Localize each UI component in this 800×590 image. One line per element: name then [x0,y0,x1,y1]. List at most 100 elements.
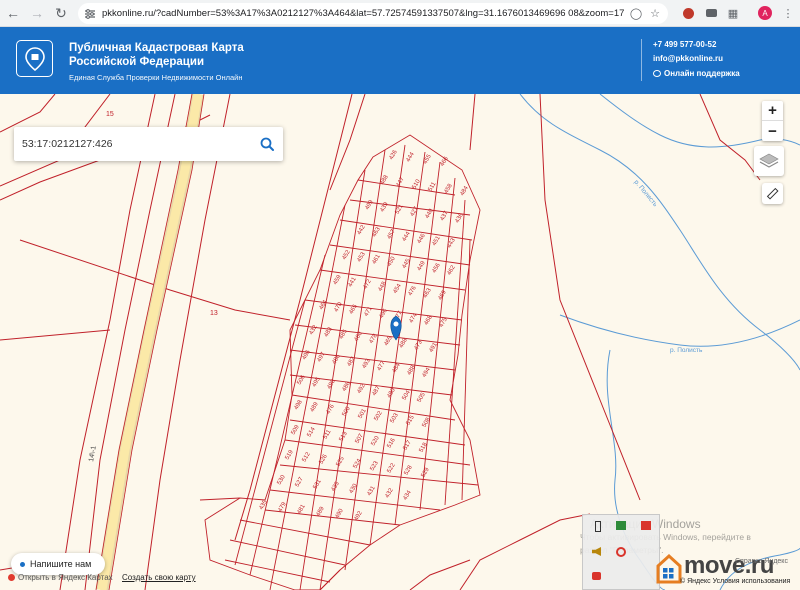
parcel-number[interactable]: 462 [447,264,458,276]
parcel-number[interactable]: 483 [324,326,335,338]
parcel-number[interactable]: 447 [396,176,407,188]
reload-icon[interactable]: ↻ [50,2,72,24]
parcel-number[interactable]: 472 [363,278,374,290]
parcel-number[interactable]: 453 [357,251,368,263]
parcel-number[interactable]: 509 [291,424,302,436]
parcel-number[interactable]: 431 [367,485,378,497]
search-input[interactable]: 53:17:0212127:426 [22,138,251,150]
site-title[interactable]: Публичная Кадастровая Карта Российской Ф… [69,41,269,69]
back-arrow-icon[interactable]: ← [2,2,24,24]
parcel-number[interactable]: 481 [297,503,308,515]
speaker-icon[interactable] [592,547,604,559]
network-icon[interactable] [616,521,628,533]
chat-button[interactable]: Напишите нам [11,553,105,575]
parcel-number[interactable]: 524 [353,458,364,470]
parcel-number[interactable]: 466 [440,155,451,167]
media-icon[interactable] [703,5,719,21]
more-menu-icon[interactable]: ⋮ [780,5,796,21]
parcel-number[interactable]: 441 [348,276,359,288]
yandex-copyright[interactable]: © Яндекс Условия использования [680,578,790,585]
parcel-number[interactable]: 455 [423,153,434,165]
parcel-number[interactable]: 470 [334,301,345,313]
parcel-number[interactable]: 523 [370,460,381,472]
parcel-number[interactable]: 480 [387,387,398,399]
parcel-number[interactable]: 452 [342,249,353,261]
open-in-yandex-link[interactable]: Открыть в Яндекс Картах [8,573,113,582]
parcel-number[interactable]: 473 [414,339,425,351]
parcel-number[interactable]: 445 [402,258,413,270]
opera-icon[interactable] [616,547,628,559]
support-link[interactable]: Онлайн поддержка [653,69,740,78]
extensions-puzzle-icon[interactable]: ▦ [725,5,741,21]
parcel-number[interactable]: 503 [390,412,401,424]
parcel-number[interactable]: 513 [339,430,350,442]
parcel-number[interactable]: 464 [319,299,330,311]
parcel-number[interactable]: 525 [336,455,347,467]
parcel-number[interactable]: 488 [407,364,418,376]
parcel-number[interactable]: 439 [380,201,391,213]
parcel-number[interactable]: 458 [444,183,455,195]
parcel-number[interactable]: 444 [402,230,413,242]
parcel-number[interactable]: 494 [422,366,433,378]
parcel-number[interactable]: 454 [393,283,404,295]
forward-arrow-icon[interactable]: → [26,2,48,24]
parcel-number[interactable]: 451 [432,235,443,247]
parcel-number[interactable]: 500 [342,405,353,417]
parcel-number[interactable]: 520 [371,435,382,447]
parcel-number[interactable]: 465 [349,303,360,315]
parcel-number[interactable]: 443 [447,237,458,249]
map-canvas[interactable]: 426 444 455 466488 447 510 511 458 484499 439 521 4… [0,94,800,590]
parcel-number[interactable]: 442 [357,224,368,236]
parcel-number[interactable]: 496 [302,349,313,361]
parcel-number[interactable]: 514 [307,426,318,438]
parcel-number[interactable]: 450 [387,255,398,267]
email-link[interactable]: info@pkkonline.ru [653,54,723,63]
parcel-number[interactable]: 448 [378,280,389,292]
parcel-number[interactable]: 446 [417,233,428,245]
parcel-number[interactable]: 489 [310,401,321,413]
parcel-number[interactable]: 489 [316,505,327,517]
parcel-number[interactable]: 527 [295,476,306,488]
parcel-number[interactable]: 461 [372,253,383,265]
parcel-number[interactable]: 469 [438,289,449,301]
parcel-number[interactable]: 498 [294,399,305,411]
bookmark-star-icon[interactable]: ☆ [647,5,663,21]
ruler-button[interactable] [762,183,783,204]
parcel-number[interactable]: 526 [319,453,330,465]
parcel-number[interactable]: 476 [408,285,419,297]
parcel-number[interactable]: 432 [385,487,396,499]
zoom-out-button[interactable]: − [762,121,783,141]
site-settings-icon[interactable] [84,8,96,20]
parcel-number[interactable]: 449 [417,260,428,272]
parcel-number[interactable]: 499 [365,199,376,211]
parcel-number[interactable]: 490 [335,508,346,520]
parcel-number[interactable]: 517 [403,439,414,451]
parcel-number[interactable]: 434 [403,489,414,501]
red-app-icon[interactable] [641,521,653,533]
parcel-number[interactable]: 433 [331,480,342,492]
parcel-number[interactable]: 497 [317,351,328,363]
zoom-in-button[interactable]: + [762,101,783,121]
profile-avatar[interactable]: A [757,5,773,21]
parcel-number[interactable]: 515 [406,414,417,426]
parcel-number[interactable]: 529 [421,466,432,478]
layers-button[interactable] [754,146,784,176]
parcel-number[interactable]: 471 [364,305,375,317]
parcel-number[interactable]: 502 [374,410,385,422]
logo-icon[interactable] [16,40,53,77]
parcel-number[interactable]: 516 [387,437,398,449]
usb-device-icon[interactable] [592,521,604,533]
lock-app-icon[interactable] [592,572,604,584]
eye-off-icon[interactable]: ◯ [628,5,644,21]
parcel-grid[interactable] [204,134,481,590]
create-map-link[interactable]: Создать свою карту [122,573,196,582]
parcel-number[interactable]: 519 [285,449,296,461]
phone-link[interactable]: +7 499 577-00-52 [653,40,716,49]
parcel-number[interactable]: 456 [432,262,443,274]
parcel-number[interactable]: 522 [387,462,398,474]
parcel-number[interactable]: 531 [313,478,324,490]
parcel-number[interactable]: 512 [302,451,313,463]
address-bar[interactable]: pkkonline.ru/?cadNumber=53%3A17%3A021212… [78,3,668,24]
parcel-number[interactable]: 444 [406,151,417,163]
parcel-number[interactable]: 528 [404,464,415,476]
